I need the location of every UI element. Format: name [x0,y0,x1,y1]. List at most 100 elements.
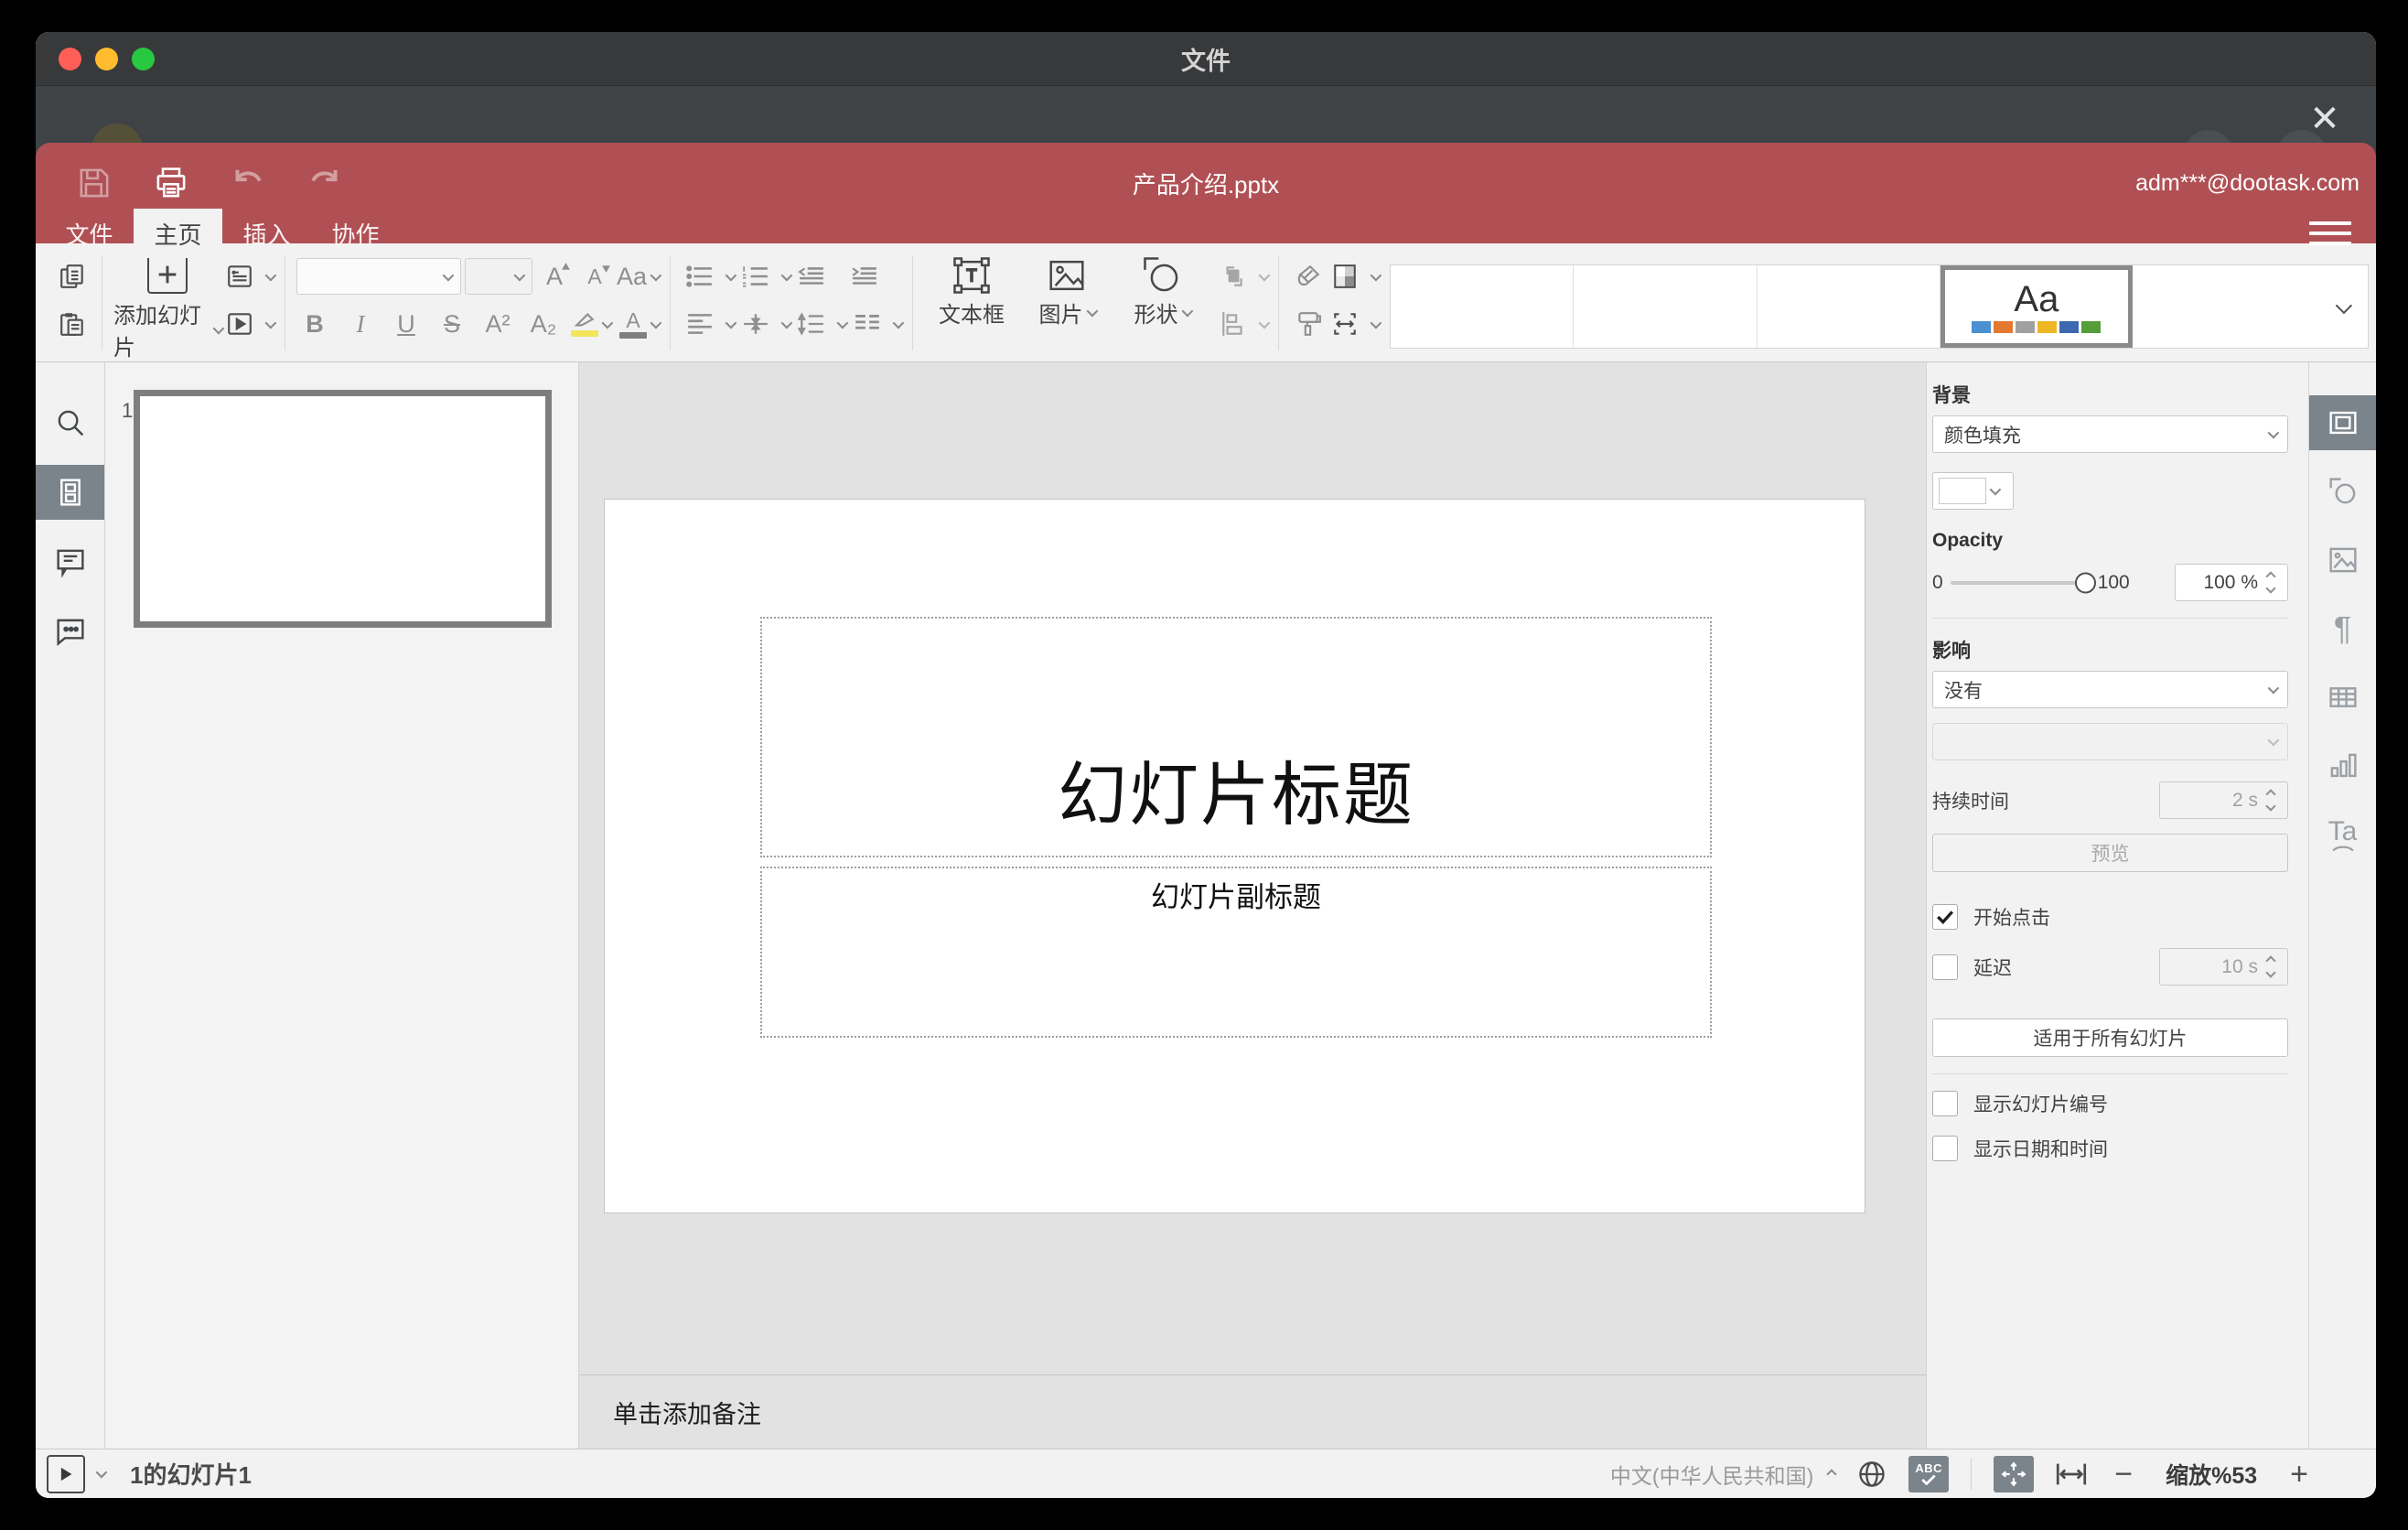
zoom-traffic-button[interactable] [132,47,155,70]
zoom-in-button[interactable]: + [2290,1459,2308,1490]
start-slideshow-status-button[interactable] [47,1454,85,1493]
insert-picture-button[interactable]: 图片 [1019,253,1114,361]
effect-select[interactable]: 没有 [1932,671,2288,708]
theme-tile[interactable] [1758,265,1941,348]
ribbon-tabs: 文件 主页 插入 协作 [36,209,2376,258]
format-painter-button[interactable] [1290,305,1327,343]
chevron-down-icon[interactable] [1370,317,1382,329]
delay-checkbox[interactable] [1932,954,1958,980]
color-scheme-button[interactable] [1327,257,1363,296]
subtitle-placeholder[interactable]: 幻灯片副标题 [760,867,1712,1038]
slide-thumbnail[interactable] [134,390,552,628]
numbered-list-button[interactable] [737,257,774,296]
start-click-checkbox[interactable] [1932,904,1958,930]
chevron-down-icon[interactable] [836,317,849,329]
bullet-list-button[interactable] [682,257,718,296]
theme-tile[interactable] [1391,265,1575,348]
search-icon[interactable] [36,395,104,450]
slides-panel-icon[interactable] [36,465,104,520]
zoom-out-button[interactable]: − [2114,1459,2133,1490]
language-selector[interactable]: 中文(中华人民共和国) [1610,1459,1837,1490]
superscript-button[interactable]: A² [479,305,516,343]
line-spacing-button[interactable] [793,305,830,343]
image-settings-icon[interactable] [2309,533,2376,587]
start-slideshow-button[interactable] [221,305,258,343]
table-settings-icon[interactable] [2309,670,2376,725]
show-date-checkbox[interactable] [1932,1136,1958,1161]
chevron-down-icon[interactable] [780,269,793,281]
underline-button[interactable]: U [388,305,425,343]
arrange-button[interactable] [1215,257,1252,296]
strikethrough-button[interactable]: S [434,305,470,343]
fit-width-button[interactable] [2056,1461,2087,1487]
chevron-down-icon[interactable] [1258,269,1271,281]
comments-icon[interactable] [36,534,104,589]
bold-button[interactable]: B [296,305,333,343]
theme-tile-selected[interactable]: Aa [1940,265,2133,348]
paste-button[interactable] [54,305,91,343]
insert-shape-button[interactable]: 形状 [1114,253,1209,361]
eraser-button[interactable] [1290,257,1327,296]
change-case-button[interactable]: Aa [617,257,662,296]
show-slide-number-checkbox[interactable] [1932,1091,1958,1116]
theme-tile[interactable] [2133,265,2315,348]
print-icon[interactable] [155,167,188,199]
chevron-down-icon[interactable] [95,1466,108,1479]
spellcheck-button[interactable]: ABC [1908,1455,1950,1492]
font-size-select[interactable] [465,258,532,295]
chart-settings-icon[interactable] [2309,738,2376,793]
copy-button[interactable] [54,257,91,296]
theme-gallery-expand-button[interactable] [2314,265,2368,348]
slide-settings-icon[interactable] [2309,395,2376,450]
chevron-down-icon[interactable] [780,317,793,329]
tab-insert[interactable]: 插入 [222,209,311,258]
save-icon[interactable] [78,167,111,199]
tab-home[interactable]: 主页 [134,209,222,258]
close-traffic-button[interactable] [59,47,81,70]
shape-settings-icon[interactable] [2309,464,2376,519]
vertical-align-button[interactable] [737,305,774,343]
chat-icon[interactable] [36,604,104,659]
close-icon[interactable]: ✕ [2299,93,2350,145]
increase-indent-button[interactable] [846,257,883,296]
horizontal-align-button[interactable] [682,305,718,343]
chevron-down-icon[interactable] [892,317,905,329]
columns-button[interactable] [849,305,886,343]
paragraph-settings-icon[interactable]: ¶ [2309,601,2376,656]
increase-font-icon[interactable]: A [536,257,573,296]
title-placeholder[interactable]: 幻灯片标题 [760,617,1712,857]
add-slide-button[interactable]: 添加幻灯片 [113,253,225,361]
opacity-slider[interactable] [1950,572,2096,593]
opacity-slider-knob[interactable] [2074,572,2096,593]
background-color-swatch[interactable] [1932,472,2014,510]
chevron-down-icon[interactable] [1370,269,1382,281]
chevron-down-icon[interactable] [1258,317,1271,329]
fit-slide-button[interactable] [1994,1455,2035,1492]
insert-textbox-button[interactable]: 文本框 [924,253,1019,361]
chevron-down-icon[interactable] [264,317,277,329]
chevron-down-icon[interactable] [725,269,737,281]
align-objects-button[interactable] [1215,305,1252,343]
font-name-select[interactable] [296,258,461,295]
slide-layout-button[interactable] [221,257,258,296]
tab-collaboration[interactable]: 协作 [311,209,400,258]
decrease-font-icon[interactable]: A [576,257,613,296]
notes-area[interactable]: 单击添加备注 [579,1374,1926,1449]
text-art-settings-icon[interactable]: Ta [2309,807,2376,862]
highlight-color-button[interactable] [571,305,614,343]
menu-icon[interactable] [2309,216,2351,251]
slide-size-button[interactable] [1327,305,1363,343]
apply-all-button[interactable]: 适用于所有幻灯片 [1932,1018,2288,1057]
minimize-traffic-button[interactable] [95,47,118,70]
opacity-spinner[interactable]: 100 % [2175,564,2288,601]
italic-button[interactable]: I [342,305,379,343]
tab-file[interactable]: 文件 [45,209,134,258]
theme-tile[interactable] [1574,265,1758,348]
chevron-down-icon[interactable] [264,269,277,281]
chevron-down-icon[interactable] [725,317,737,329]
font-color-button[interactable]: A [619,305,662,343]
decrease-indent-button[interactable] [793,257,830,296]
subscript-button[interactable]: A₂ [525,305,562,343]
globe-icon[interactable] [1857,1460,1887,1489]
background-fill-select[interactable]: 颜色填充 [1932,415,2288,453]
